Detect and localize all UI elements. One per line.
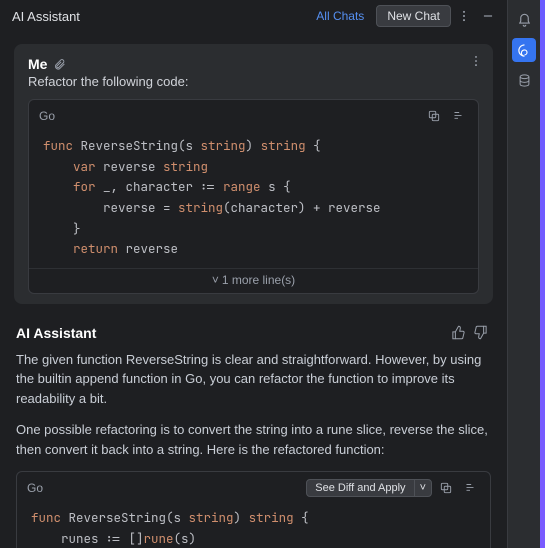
user-code-block: Go func ReverseString(s string) string {… <box>28 99 479 294</box>
expand-code-button[interactable]: ˅1 more line(s) <box>29 268 478 293</box>
thumbs-up-icon[interactable] <box>447 322 469 344</box>
minimize-icon[interactable] <box>477 5 499 27</box>
code-header: Go See Diff and Apply ˅ <box>17 472 490 504</box>
attachment-icon[interactable] <box>53 58 66 71</box>
panel-header: AI Assistant All Chats New Chat <box>0 0 507 32</box>
assistant-message: AI Assistant The given function ReverseS… <box>14 322 493 548</box>
see-diff-label: See Diff and Apply <box>307 480 413 496</box>
all-chats-link[interactable]: All Chats <box>306 5 374 27</box>
see-diff-apply-button[interactable]: See Diff and Apply ˅ <box>306 479 432 497</box>
right-sidebar <box>507 0 540 548</box>
copy-icon[interactable] <box>424 106 444 126</box>
database-button[interactable] <box>512 68 536 92</box>
assistant-header: AI Assistant <box>16 322 491 344</box>
ai-assistant-button[interactable] <box>512 38 536 62</box>
assistant-paragraph: One possible refactoring is to convert t… <box>16 420 491 459</box>
chat-content: Me Refactor the following code: Go func … <box>0 32 507 548</box>
chevron-down-icon[interactable]: ˅ <box>414 480 431 496</box>
copy-icon[interactable] <box>436 478 456 498</box>
user-header: Me <box>28 56 479 72</box>
more-options-icon[interactable] <box>453 5 475 27</box>
code-lang-label: Go <box>39 109 420 123</box>
code-header: Go <box>29 100 478 132</box>
code-body: func ReverseString(s string) string { va… <box>29 132 478 268</box>
code-lang-label: Go <box>27 481 306 495</box>
user-name: Me <box>28 56 47 72</box>
thumbs-down-icon[interactable] <box>469 322 491 344</box>
message-menu-icon[interactable] <box>469 54 483 68</box>
code-body: func ReverseString(s string) string { ru… <box>17 504 490 548</box>
notifications-button[interactable] <box>512 8 536 32</box>
assistant-name: AI Assistant <box>16 325 447 341</box>
user-prompt-text: Refactor the following code: <box>28 74 479 89</box>
insert-icon[interactable] <box>448 106 468 126</box>
assistant-code-block: Go See Diff and Apply ˅ func ReverseStri… <box>16 471 491 548</box>
chevron-down-icon: ˅ <box>212 273 219 287</box>
panel-title: AI Assistant <box>8 9 304 24</box>
assistant-paragraph: The given function ReverseString is clea… <box>16 350 491 409</box>
accent-strip <box>540 0 545 548</box>
main-panel: AI Assistant All Chats New Chat Me Refac… <box>0 0 507 548</box>
insert-icon[interactable] <box>460 478 480 498</box>
more-lines-label: 1 more line(s) <box>222 273 295 287</box>
user-message: Me Refactor the following code: Go func … <box>14 44 493 304</box>
new-chat-button[interactable]: New Chat <box>376 5 451 27</box>
